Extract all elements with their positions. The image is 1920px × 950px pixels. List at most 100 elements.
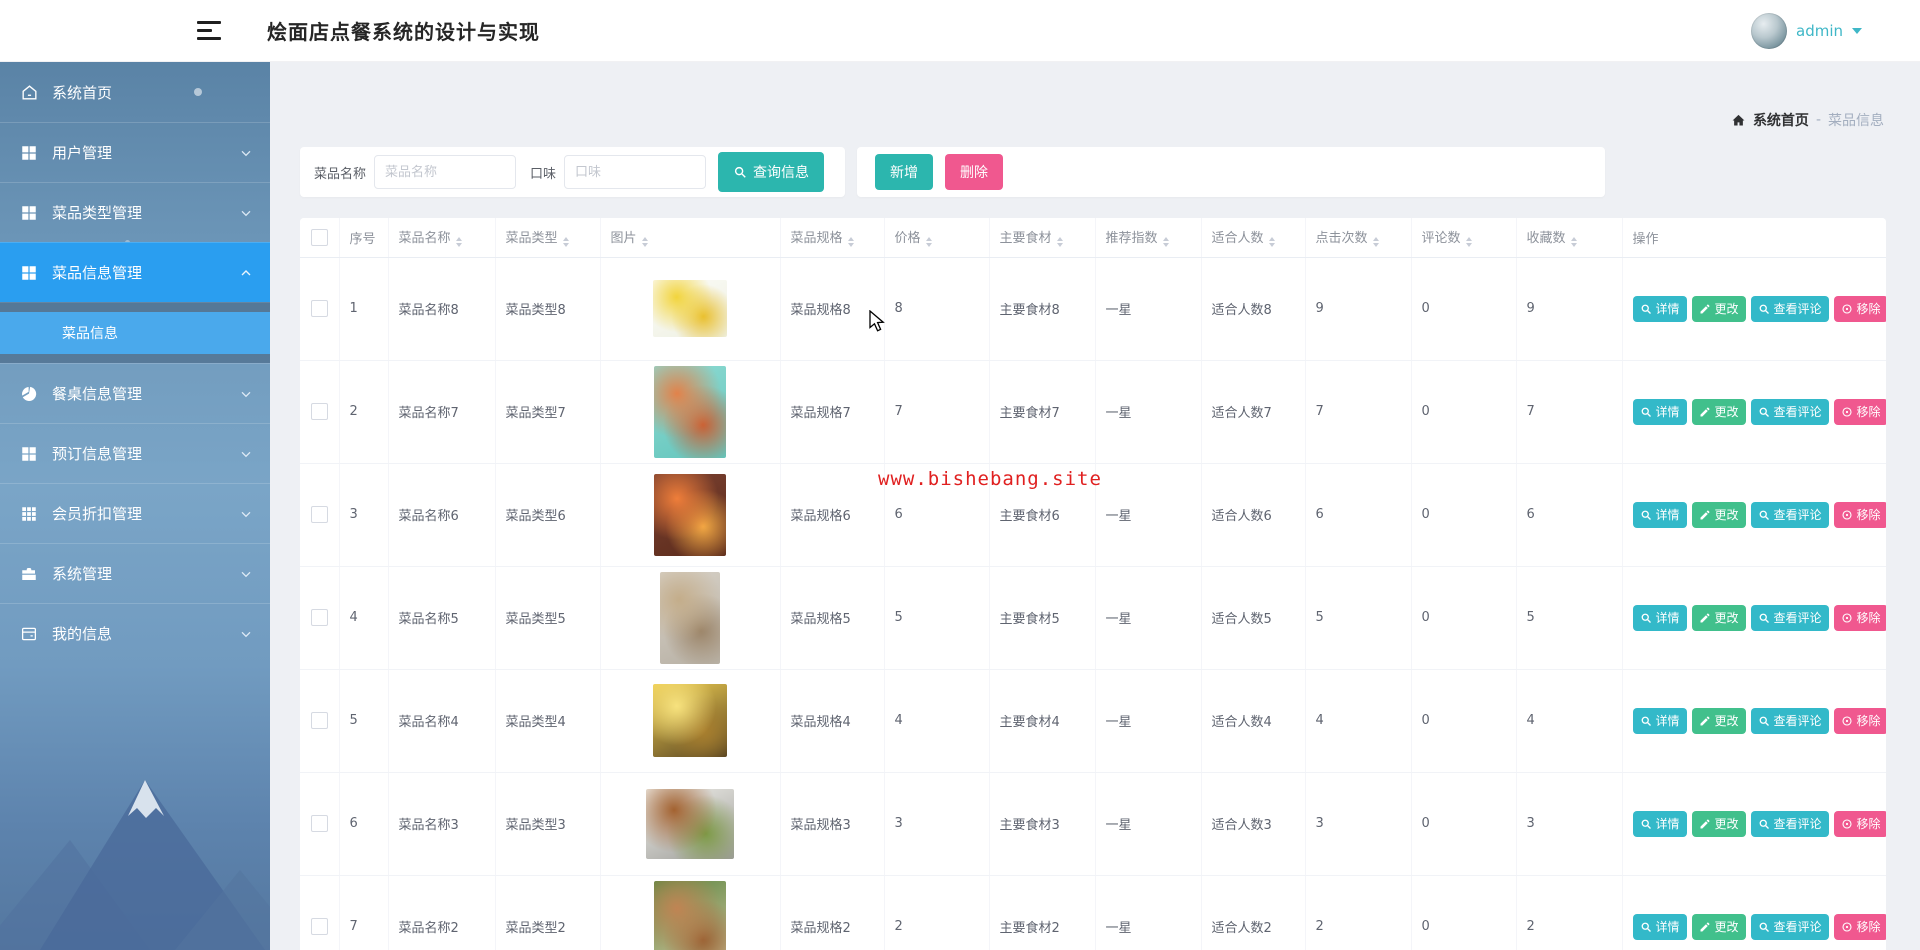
edit-button[interactable]: 更改 bbox=[1691, 398, 1746, 425]
query-button[interactable]: 查询信息 bbox=[718, 152, 825, 192]
cell-price: 3 bbox=[884, 772, 990, 876]
top-header: 烩面店点餐系统的设计与实现 admin bbox=[0, 0, 1920, 62]
column-header-clicks[interactable]: 点击次数 bbox=[1305, 218, 1412, 258]
op-label: 详情 bbox=[1655, 508, 1680, 522]
row-checkbox[interactable] bbox=[310, 403, 328, 420]
sort-icons[interactable] bbox=[925, 237, 932, 248]
sidebar-item-label: 我的信息 bbox=[52, 625, 113, 643]
row-checkbox[interactable] bbox=[310, 609, 328, 626]
column-header-spec[interactable]: 菜品规格 bbox=[780, 218, 885, 258]
remove-button[interactable]: 移除 bbox=[1833, 913, 1886, 940]
column-header-favorites[interactable]: 收藏数 bbox=[1516, 218, 1623, 258]
select-all-checkbox[interactable] bbox=[310, 228, 328, 246]
column-header-price[interactable]: 价格 bbox=[884, 218, 990, 258]
column-header-recommend[interactable]: 推荐指数 bbox=[1095, 218, 1202, 258]
column-header-ingredient[interactable]: 主要食材 bbox=[989, 218, 1096, 258]
cell-type: 菜品类型2 bbox=[495, 875, 601, 950]
view-comments-button[interactable]: 查看评论 bbox=[1750, 501, 1829, 528]
remove-button[interactable]: 移除 bbox=[1833, 604, 1886, 631]
table-row: 2 菜品名称7 菜品类型7 菜品规格7 7 主要食材7 一星 适合人数7 7 0 7 详情 更改 查看评论… bbox=[300, 360, 1886, 464]
cell-people: 适合人数3 bbox=[1201, 772, 1306, 876]
remove-button[interactable]: 移除 bbox=[1833, 707, 1886, 734]
sidebar-item-users[interactable]: 用户管理 bbox=[0, 122, 270, 182]
sort-icons[interactable] bbox=[641, 237, 648, 248]
op-label: 移除 bbox=[1856, 920, 1881, 934]
op-label: 更改 bbox=[1714, 405, 1739, 419]
sidebar-item-dish-info[interactable]: 菜品信息 bbox=[0, 312, 270, 354]
column-header-image[interactable]: 图片 bbox=[600, 218, 781, 258]
op-label: 查看评论 bbox=[1773, 611, 1822, 625]
detail-button[interactable]: 详情 bbox=[1632, 398, 1687, 425]
remove-button[interactable]: 移除 bbox=[1833, 398, 1886, 425]
view-comments-button[interactable]: 查看评论 bbox=[1750, 810, 1829, 837]
sort-icons[interactable] bbox=[847, 237, 854, 248]
dish-photo-shrimp-platter bbox=[654, 473, 726, 556]
column-header-people[interactable]: 适合人数 bbox=[1201, 218, 1306, 258]
cell-ingredient: 主要食材8 bbox=[989, 257, 1096, 361]
row-checkbox[interactable] bbox=[310, 918, 328, 935]
view-comments-button[interactable]: 查看评论 bbox=[1750, 604, 1829, 631]
cell-recommend: 一星 bbox=[1095, 875, 1202, 950]
sort-icons[interactable] bbox=[562, 237, 569, 248]
sidebar-item-tables[interactable]: 餐桌信息管理 bbox=[0, 363, 270, 423]
cell-name: 菜品名称3 bbox=[388, 772, 496, 876]
row-checkbox[interactable] bbox=[310, 506, 328, 523]
search-icon bbox=[1640, 303, 1652, 315]
sort-icons[interactable] bbox=[1162, 237, 1169, 248]
cell-clicks: 7 bbox=[1305, 360, 1412, 464]
column-header-type[interactable]: 菜品类型 bbox=[495, 218, 601, 258]
user-menu[interactable]: admin bbox=[1751, 12, 1862, 49]
grid-icon bbox=[20, 263, 44, 283]
detail-button[interactable]: 详情 bbox=[1632, 295, 1687, 322]
view-comments-button[interactable]: 查看评论 bbox=[1750, 913, 1829, 940]
sidebar-item-dish-types[interactable]: 菜品类型管理 bbox=[0, 182, 270, 242]
sidebar-item-dish-info-mgmt[interactable]: 菜品信息管理 bbox=[0, 242, 270, 302]
dish-photo-stir-fry bbox=[654, 365, 726, 458]
detail-button[interactable]: 详情 bbox=[1632, 707, 1687, 734]
row-checkbox[interactable] bbox=[310, 815, 328, 832]
breadcrumb-home[interactable]: 系统首页 bbox=[1753, 110, 1809, 130]
detail-button[interactable]: 详情 bbox=[1632, 913, 1687, 940]
delete-button[interactable]: 删除 bbox=[945, 154, 1003, 190]
sidebar-item-reservations[interactable]: 预订信息管理 bbox=[0, 423, 270, 483]
sort-icons[interactable] bbox=[1465, 237, 1472, 248]
edit-button[interactable]: 更改 bbox=[1691, 295, 1746, 322]
column-header-comments[interactable]: 评论数 bbox=[1411, 218, 1517, 258]
sort-icons[interactable] bbox=[1570, 237, 1577, 248]
view-comments-button[interactable]: 查看评论 bbox=[1750, 295, 1829, 322]
remove-button[interactable]: 移除 bbox=[1833, 501, 1886, 528]
sidebar-item-home[interactable]: 系统首页 bbox=[0, 62, 270, 122]
row-checkbox[interactable] bbox=[310, 300, 328, 317]
sidebar-item-system[interactable]: 系统管理 bbox=[0, 543, 270, 603]
dish-photo-meat-plate bbox=[646, 788, 734, 859]
detail-button[interactable]: 详情 bbox=[1632, 604, 1687, 631]
menu-toggle-icon[interactable] bbox=[197, 21, 221, 40]
view-comments-button[interactable]: 查看评论 bbox=[1750, 398, 1829, 425]
edit-button[interactable]: 更改 bbox=[1691, 810, 1746, 837]
column-header-name[interactable]: 菜品名称 bbox=[388, 218, 496, 258]
chevron-down-icon bbox=[238, 566, 254, 582]
remove-button[interactable]: 移除 bbox=[1833, 295, 1886, 322]
add-button[interactable]: 新增 bbox=[875, 154, 933, 190]
avatar[interactable] bbox=[1751, 12, 1787, 49]
column-header-select[interactable] bbox=[300, 218, 340, 258]
edit-button[interactable]: 更改 bbox=[1691, 604, 1746, 631]
edit-button[interactable]: 更改 bbox=[1691, 707, 1746, 734]
sidebar-item-my-info[interactable]: 我的信息 bbox=[0, 603, 270, 663]
sort-icons[interactable] bbox=[1372, 237, 1379, 248]
edit-button[interactable]: 更改 bbox=[1691, 913, 1746, 940]
row-checkbox[interactable] bbox=[310, 712, 328, 729]
sort-icons[interactable] bbox=[1268, 237, 1275, 248]
cell-type: 菜品类型7 bbox=[495, 360, 601, 464]
detail-button[interactable]: 详情 bbox=[1632, 501, 1687, 528]
remove-button[interactable]: 移除 bbox=[1833, 810, 1886, 837]
view-comments-button[interactable]: 查看评论 bbox=[1750, 707, 1829, 734]
sort-icons[interactable] bbox=[1056, 237, 1063, 248]
sidebar-item-member-discounts[interactable]: 会员折扣管理 bbox=[0, 483, 270, 543]
dish-name-input[interactable] bbox=[374, 155, 517, 189]
sort-icons[interactable] bbox=[455, 237, 462, 248]
edit-button[interactable]: 更改 bbox=[1691, 501, 1746, 528]
search-icon bbox=[1640, 509, 1652, 521]
taste-input[interactable] bbox=[564, 155, 707, 189]
detail-button[interactable]: 详情 bbox=[1632, 810, 1687, 837]
